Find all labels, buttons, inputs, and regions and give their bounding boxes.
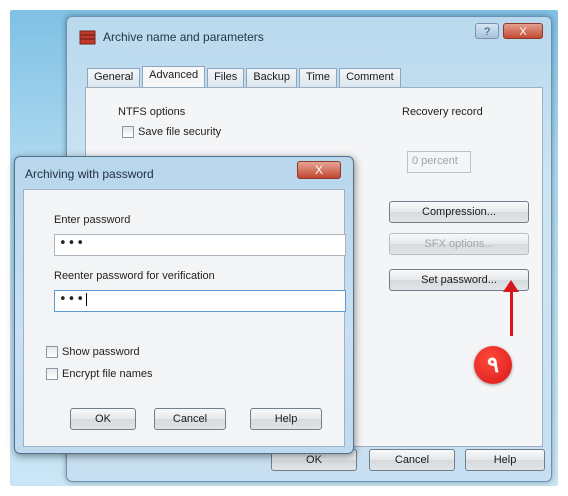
reenter-password-value: ••• — [59, 292, 86, 307]
app-archive-icon — [79, 30, 96, 45]
save-file-security-checkbox[interactable] — [122, 126, 134, 139]
enter-password-label: Enter password — [54, 214, 131, 226]
dialog-close-icon[interactable]: X — [297, 161, 341, 179]
text-caret — [86, 293, 88, 306]
dialog-ok-button[interactable]: OK — [70, 408, 136, 430]
window-title: Archive name and parameters — [103, 30, 264, 44]
dialog-help-button[interactable]: Help — [250, 408, 322, 430]
show-password-label: Show password — [62, 346, 140, 358]
encrypt-file-names-checkbox[interactable] — [46, 368, 58, 381]
reenter-password-label: Reenter password for verification — [54, 270, 215, 282]
ntfs-options-label: NTFS options — [118, 106, 186, 118]
help-icon[interactable]: ? — [475, 23, 499, 39]
save-file-security-label: Save file security — [138, 126, 222, 138]
tab-strip: General Advanced Files Backup Time Comme… — [87, 65, 403, 88]
show-password-checkbox[interactable] — [46, 346, 58, 359]
tab-comment[interactable]: Comment — [339, 68, 401, 87]
dialog-body: Enter password ••• Reenter password for … — [23, 189, 346, 447]
recovery-record-field[interactable]: 0 percent — [407, 151, 471, 173]
annotation-arrow-line — [510, 290, 513, 336]
tab-backup[interactable]: Backup — [246, 68, 298, 87]
show-password-row[interactable]: Show password — [46, 346, 140, 359]
tab-files[interactable]: Files — [207, 68, 245, 87]
recovery-record-label: Recovery record — [402, 106, 483, 118]
tab-time[interactable]: Time — [299, 68, 338, 87]
main-cancel-button[interactable]: Cancel — [369, 449, 455, 471]
dialog-title: Archiving with password — [25, 167, 154, 181]
archiving-with-password-dialog: Archiving with password X Enter password… — [14, 156, 354, 454]
step-badge: ۹ — [474, 346, 512, 384]
save-file-security-row[interactable]: Save file security — [122, 126, 222, 139]
main-help-button[interactable]: Help — [465, 449, 545, 471]
close-icon[interactable]: X — [503, 23, 543, 39]
compression-button[interactable]: Compression... — [389, 201, 529, 223]
sfx-options-button[interactable]: SFX options... — [389, 233, 529, 255]
encrypt-file-names-label: Encrypt file names — [62, 368, 153, 380]
tab-general[interactable]: General — [87, 68, 141, 87]
encrypt-file-names-row[interactable]: Encrypt file names — [46, 368, 153, 381]
enter-password-value: ••• — [59, 236, 86, 251]
dialog-cancel-button[interactable]: Cancel — [154, 408, 226, 430]
tab-advanced[interactable]: Advanced — [142, 66, 206, 88]
reenter-password-field[interactable]: ••• — [54, 290, 346, 312]
enter-password-field[interactable]: ••• — [54, 234, 346, 256]
